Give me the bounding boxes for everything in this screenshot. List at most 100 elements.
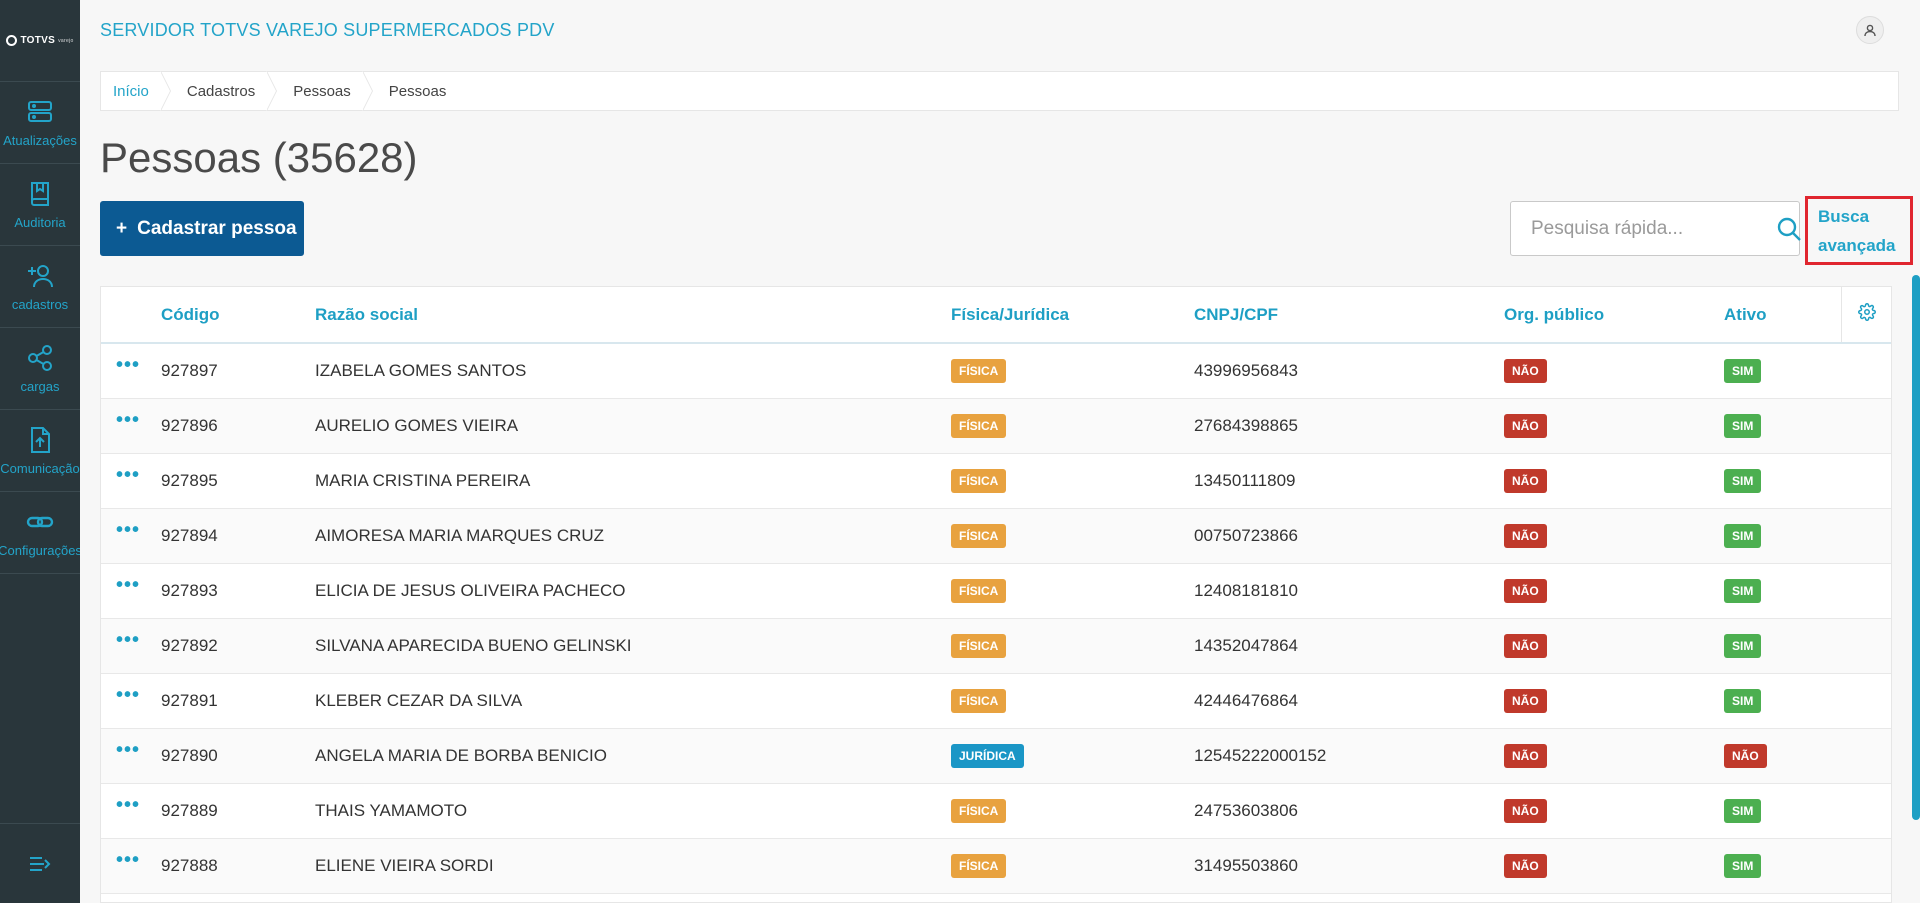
- table-row[interactable]: ••• 927891 KLEBER CEZAR DA SILVA FÍSICA 4244…: [101, 673, 1891, 729]
- column-actions: [101, 287, 161, 344]
- table-row[interactable]: ••• 927897 IZABELA GOMES SANTOS FÍSICA 43996…: [101, 343, 1891, 399]
- cell-tipo: FÍSICA: [951, 508, 1194, 564]
- column-org-publico[interactable]: Org. público: [1504, 287, 1724, 344]
- share-icon: [28, 345, 52, 371]
- cell-empty: [1841, 838, 1891, 894]
- cell-codigo: 927890: [161, 728, 315, 784]
- column-codigo[interactable]: Código: [161, 287, 315, 344]
- row-actions-icon[interactable]: •••: [101, 574, 140, 596]
- quick-search-input[interactable]: [1511, 202, 1776, 255]
- org-publico-badge: NÃO: [1504, 743, 1547, 768]
- sidebar: TOTVS varejo Atualizações Auditoria cada…: [0, 0, 80, 903]
- user-menu-button[interactable]: [1856, 16, 1884, 44]
- sidebar-item-label: cadastros: [11, 297, 69, 312]
- tipo-badge: FÍSICA: [951, 688, 1007, 713]
- cell-cnpj-cpf: 12545222000152: [1194, 728, 1504, 784]
- cell-cnpj-cpf: 00750723866: [1194, 508, 1504, 564]
- cell-cnpj-cpf: 14352047864: [1194, 618, 1504, 674]
- column-fisica-juridica[interactable]: Física/Jurídica: [951, 287, 1194, 344]
- user-icon: [1864, 24, 1876, 37]
- tipo-badge: FÍSICA: [951, 578, 1007, 603]
- cell-empty: [1841, 673, 1891, 729]
- tipo-badge: JURÍDICA: [951, 743, 1024, 768]
- table-row[interactable]: ••• 927896 AURELIO GOMES VIEIRA FÍSICA 27684…: [101, 398, 1891, 454]
- table-row[interactable]: ••• 927895 MARIA CRISTINA PEREIRA FÍSICA 134…: [101, 453, 1891, 509]
- cell-org-publico: NÃO: [1504, 728, 1724, 784]
- column-cnpj-cpf[interactable]: CNPJ/CPF: [1194, 287, 1504, 344]
- table-row[interactable]: ••• 927892 SILVANA APARECIDA BUENO GELINSK…: [101, 618, 1891, 674]
- cell-codigo: 927896: [161, 398, 315, 454]
- row-actions-icon[interactable]: •••: [101, 849, 140, 871]
- sidebar-item-cadastros[interactable]: cadastros: [0, 246, 80, 328]
- cell-razao-social: AIMORESA MARIA MARQUES CRUZ: [315, 508, 951, 564]
- cell-codigo: 927892: [161, 618, 315, 674]
- ativo-badge: SIM: [1724, 798, 1762, 823]
- sidebar-item-configuracoes[interactable]: Configurações: [0, 492, 80, 574]
- table-row[interactable]: ••• 927889 THAIS YAMAMOTO FÍSICA 24753603806…: [101, 783, 1891, 839]
- menu-collapse-icon: [30, 856, 51, 871]
- cell-ativo: SIM: [1724, 563, 1841, 619]
- cell-tipo: FÍSICA: [951, 618, 1194, 674]
- cell-cnpj-cpf: 24753603806: [1194, 783, 1504, 839]
- quick-search: [1510, 201, 1802, 256]
- row-actions-icon[interactable]: •••: [101, 739, 140, 761]
- cell-empty: [1841, 398, 1891, 454]
- cell-org-publico: NÃO: [1504, 783, 1724, 839]
- table-row[interactable]: ••• 927890 ANGELA MARIA DE BORBA BENICIO JU…: [101, 728, 1891, 784]
- row-actions-icon[interactable]: •••: [101, 409, 140, 431]
- sidebar-item-cargas[interactable]: cargas: [0, 328, 80, 410]
- sidebar-item-label: cargas: [20, 379, 60, 394]
- cell-ativo: SIM: [1724, 783, 1841, 839]
- page-scrollbar[interactable]: [1912, 275, 1920, 820]
- cell-ativo: SIM: [1724, 453, 1841, 509]
- row-actions-icon[interactable]: •••: [101, 684, 140, 706]
- tipo-badge: FÍSICA: [951, 633, 1007, 658]
- cell-org-publico: NÃO: [1504, 508, 1724, 564]
- ativo-badge: SIM: [1724, 468, 1762, 493]
- cell-org-publico: NÃO: [1504, 673, 1724, 729]
- table-row[interactable]: ••• 927893 ELICIA DE JESUS OLIVEIRA PACHEC…: [101, 563, 1891, 619]
- breadcrumb-inicio[interactable]: Início: [113, 83, 149, 100]
- logo-text: TOTVS: [20, 35, 56, 46]
- row-actions-icon[interactable]: •••: [101, 629, 140, 651]
- table-row[interactable]: ••• 927888 ELIENE VIEIRA SORDI FÍSICA 314955…: [101, 838, 1891, 894]
- row-actions-icon[interactable]: •••: [101, 464, 140, 486]
- link-icon: [26, 516, 54, 528]
- tipo-badge: FÍSICA: [951, 853, 1007, 878]
- cell-ativo: SIM: [1724, 673, 1841, 729]
- cell-codigo: 927895: [161, 453, 315, 509]
- sidebar-item-atualizacoes[interactable]: Atualizações: [0, 82, 80, 164]
- cell-tipo: FÍSICA: [951, 343, 1194, 399]
- cell-codigo: 927893: [161, 563, 315, 619]
- row-actions-icon[interactable]: •••: [101, 519, 140, 541]
- row-actions-icon[interactable]: •••: [101, 794, 140, 816]
- breadcrumb-pessoas-current: Pessoas: [388, 82, 447, 100]
- column-settings[interactable]: [1840, 287, 1891, 344]
- ativo-badge: SIM: [1724, 853, 1762, 878]
- cell-razao-social: ELIENE VIEIRA SORDI: [315, 838, 951, 894]
- cell-ativo: SIM: [1724, 618, 1841, 674]
- sidebar-collapse-button[interactable]: [0, 823, 80, 903]
- row-actions-icon[interactable]: •••: [101, 354, 140, 376]
- table-row[interactable]: ••• 927894 AIMORESA MARIA MARQUES CRUZ FÍSI…: [101, 508, 1891, 564]
- tipo-badge: FÍSICA: [951, 358, 1007, 383]
- ativo-badge: SIM: [1724, 358, 1762, 383]
- search-icon[interactable]: [1776, 202, 1802, 255]
- ativo-badge: SIM: [1724, 413, 1762, 438]
- cell-empty: [1841, 563, 1891, 619]
- cell-tipo: JURÍDICA: [951, 728, 1194, 784]
- cell-org-publico: NÃO: [1504, 618, 1724, 674]
- add-person-button[interactable]: + Cadastrar pessoa: [100, 201, 304, 256]
- cell-org-publico: NÃO: [1504, 563, 1724, 619]
- sidebar-item-comunicacao[interactable]: Comunicação: [0, 410, 80, 492]
- cell-cnpj-cpf: 43996956843: [1194, 343, 1504, 399]
- cell-tipo: FÍSICA: [951, 453, 1194, 509]
- advanced-search-link[interactable]: Busca avançada: [1805, 196, 1913, 265]
- tipo-badge: FÍSICA: [951, 468, 1007, 493]
- org-publico-badge: NÃO: [1504, 578, 1547, 603]
- sidebar-item-auditoria[interactable]: Auditoria: [0, 164, 80, 246]
- column-razao-social[interactable]: Razão social: [315, 287, 951, 344]
- cell-cnpj-cpf: 27684398865: [1194, 398, 1504, 454]
- cell-cnpj-cpf: 42446476864: [1194, 673, 1504, 729]
- column-ativo[interactable]: Ativo: [1724, 287, 1841, 344]
